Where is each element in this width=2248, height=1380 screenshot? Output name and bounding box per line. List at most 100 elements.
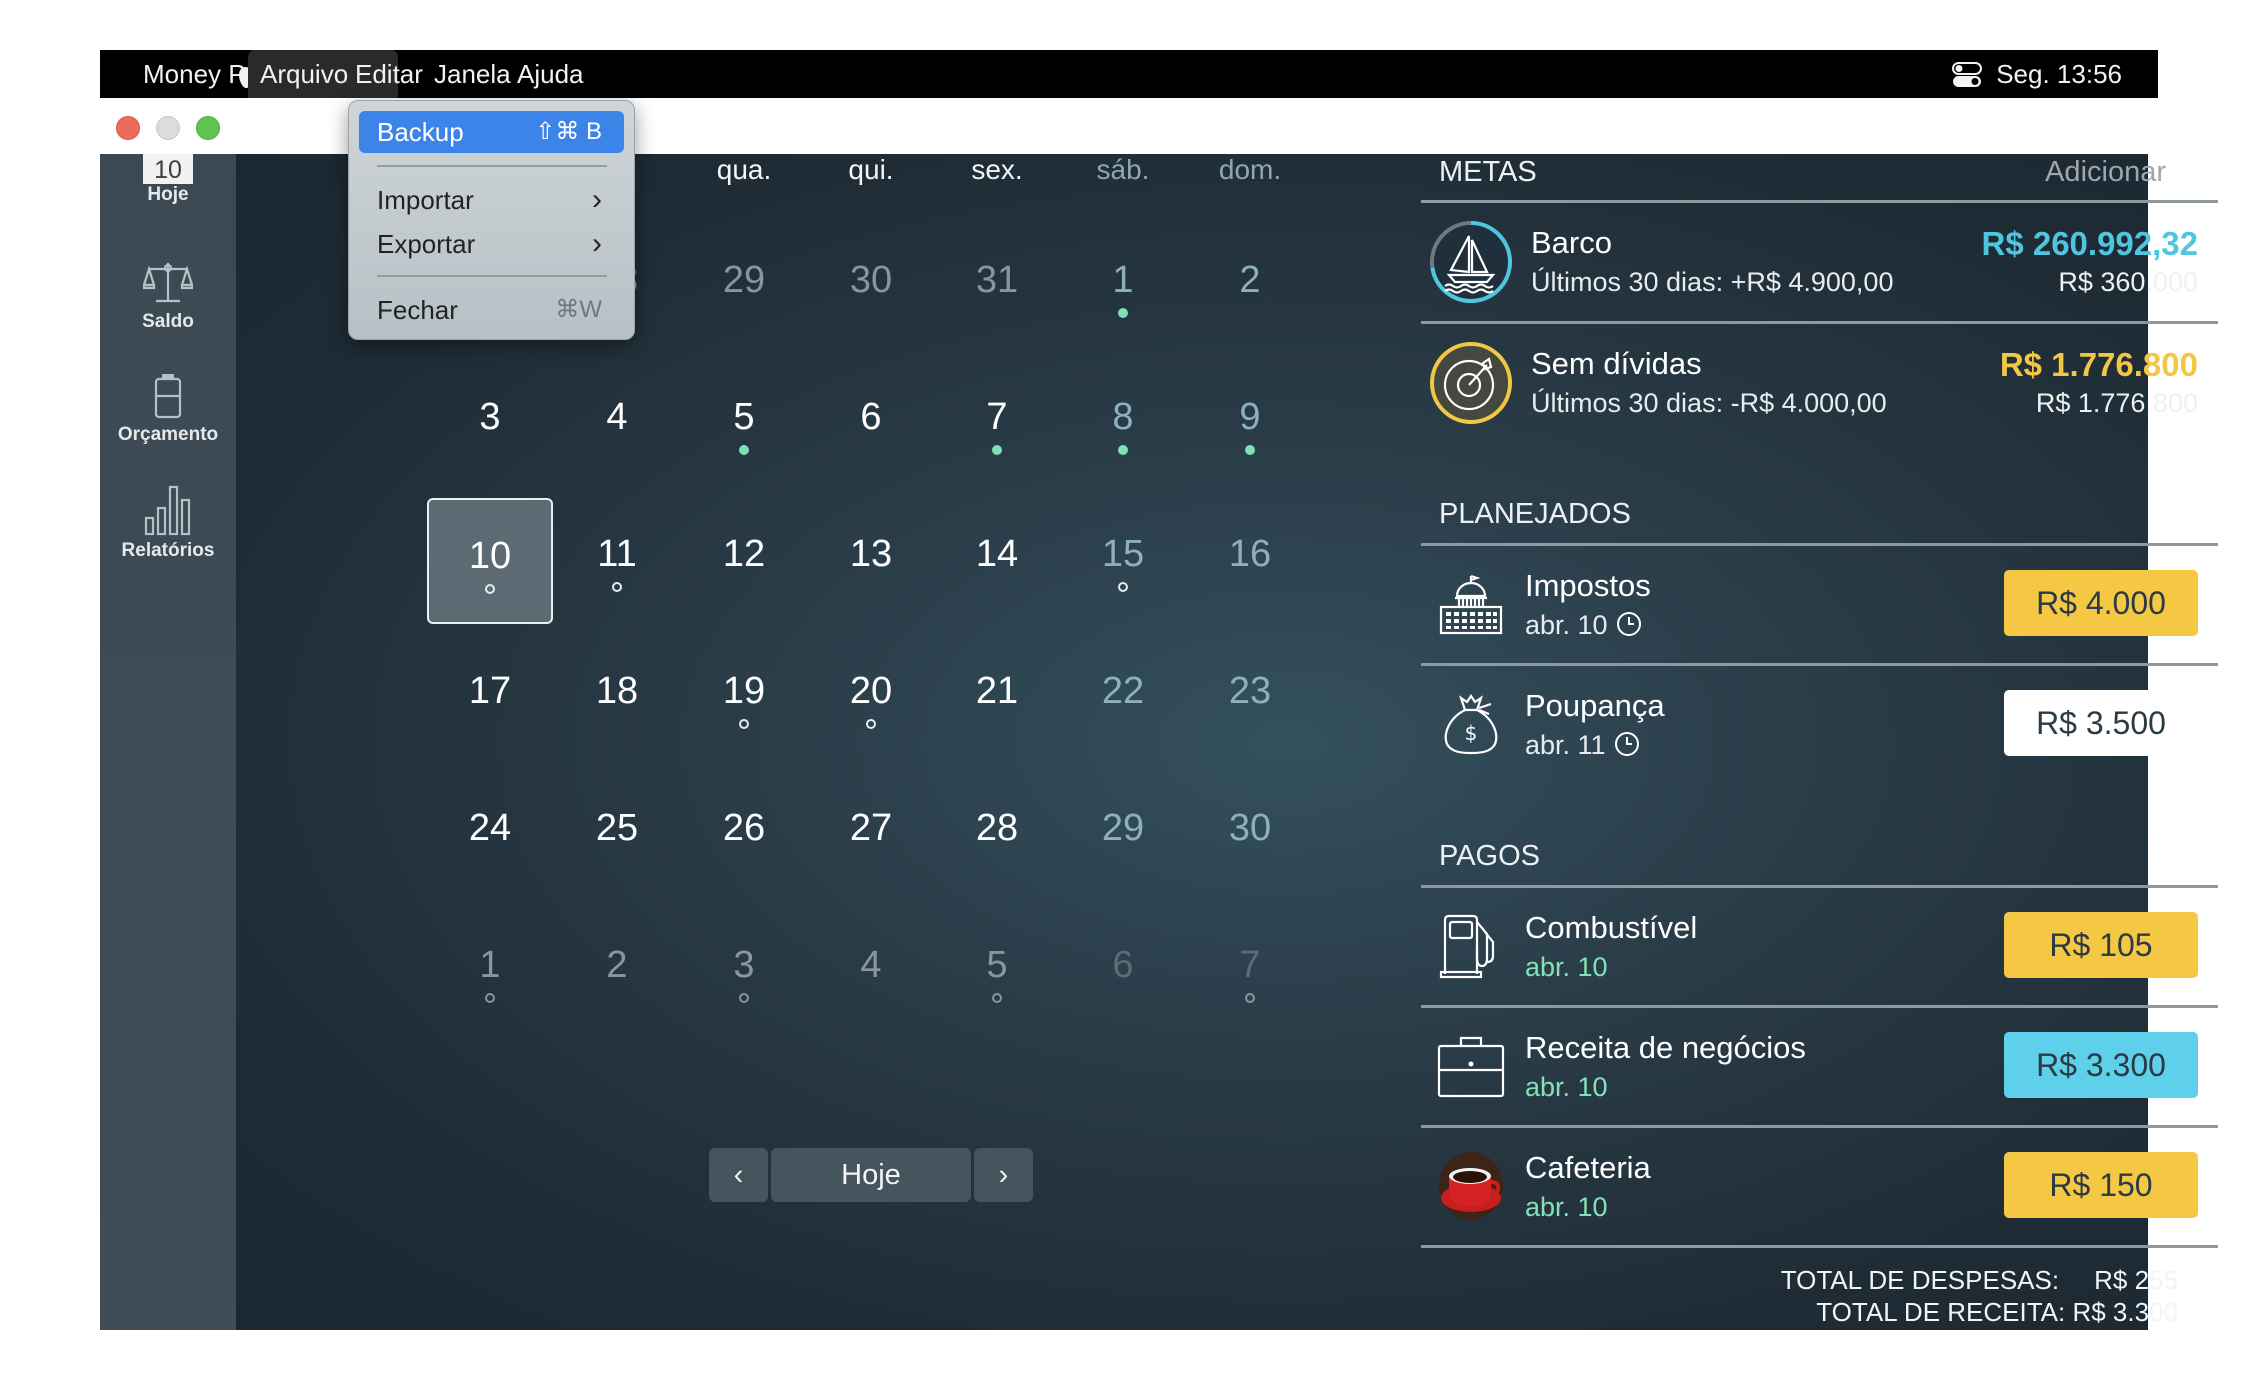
goal-amount: R$ 1.776.800	[1999, 346, 2198, 383]
transaction-date: abr. 10	[1525, 952, 1608, 982]
add-goal-link[interactable]: Adicionar	[2045, 156, 2166, 189]
day-number: 18	[595, 670, 639, 712]
transaction-name: Poupança	[1525, 688, 1665, 723]
file-menu-dropdown: Backup ⇧⌘ B Importar › Exportar › Fechar…	[348, 100, 635, 340]
menu-item-fechar[interactable]: Fechar ⌘W	[359, 289, 624, 331]
menu-item-backup[interactable]: Backup ⇧⌘ B	[359, 111, 624, 153]
calendar-day[interactable]: 8	[1060, 361, 1186, 487]
paid-transaction-dot-icon	[739, 445, 749, 455]
calendar-day[interactable]: 6	[808, 361, 934, 487]
planned-transaction-dot-icon	[739, 719, 749, 729]
day-number: 29	[1101, 807, 1145, 849]
calendar-day[interactable]: 6	[1060, 909, 1186, 1035]
calendar-day[interactable]: 1	[1060, 224, 1186, 350]
sidebar-item-label: Saldo	[142, 311, 194, 332]
calendar-day[interactable]: 3	[427, 361, 553, 487]
planned-transaction[interactable]: $ Poupança abr. 11 R$ 3.500	[1421, 666, 2218, 783]
menu-item-exportar[interactable]: Exportar ›	[359, 223, 624, 265]
sidebar-item-relatorios[interactable]: Relatórios	[100, 484, 236, 562]
planned-transaction-dot-icon	[485, 993, 495, 1003]
goal-item[interactable]: Sem dívidas Últimos 30 dias: -R$ 4.000,0…	[1421, 324, 2218, 441]
day-number: 23	[1228, 670, 1272, 712]
coffee-cup-icon	[1439, 1152, 1503, 1220]
clock-icon	[1616, 612, 1641, 636]
sidebar-item-hoje[interactable]: 10 Hoje	[100, 154, 236, 206]
calendar-day[interactable]: 5	[934, 909, 1060, 1035]
calendar-day[interactable]: 14	[934, 498, 1060, 624]
calendar-day[interactable]: 30	[808, 224, 934, 350]
calendar-day[interactable]: 27	[808, 772, 934, 898]
menu-ajuda[interactable]: Ajuda	[505, 50, 596, 98]
weekday-header: qua.	[716, 154, 772, 185]
calendar-day[interactable]: 17	[427, 635, 553, 761]
calendar-day[interactable]: 7	[1187, 909, 1313, 1035]
calendar-day[interactable]: 16	[1187, 498, 1313, 624]
day-number: 30	[849, 259, 893, 301]
previous-month-button[interactable]: ‹	[709, 1148, 768, 1202]
calendar-day[interactable]: 26	[681, 772, 807, 898]
transaction-name: Combustível	[1525, 910, 1698, 945]
target-icon	[1430, 342, 1512, 424]
calendar-day[interactable]: 9	[1187, 361, 1313, 487]
calendar-day[interactable]: 19	[681, 635, 807, 761]
menu-separator	[377, 165, 607, 167]
calendar-day[interactable]: 29	[1060, 772, 1186, 898]
sidebar-item-orcamento[interactable]: Orçamento	[100, 372, 236, 446]
day-number: 24	[468, 807, 512, 849]
briefcase-icon	[1437, 1036, 1505, 1098]
paid-transaction[interactable]: Cafeteria abr. 10 R$ 150	[1421, 1128, 2218, 1245]
calendar-day[interactable]: 12	[681, 498, 807, 624]
calendar-day[interactable]: 4	[554, 361, 680, 487]
calendar-day[interactable]: 22	[1060, 635, 1186, 761]
menu-item-importar[interactable]: Importar ›	[359, 179, 624, 221]
day-number: 3	[733, 944, 755, 986]
calendar-day[interactable]: 7	[934, 361, 1060, 487]
calendar-day[interactable]: 31	[934, 224, 1060, 350]
next-month-button[interactable]: ›	[974, 1148, 1033, 1202]
calendar-day[interactable]: 20	[808, 635, 934, 761]
calendar-day[interactable]: 29	[681, 224, 807, 350]
paid-transaction[interactable]: Receita de negócios abr. 10 R$ 3.300	[1421, 1008, 2218, 1125]
sidebar-item-saldo[interactable]: Saldo	[100, 257, 236, 333]
calendar-day[interactable]: 5	[681, 361, 807, 487]
calendar-day[interactable]: 24	[427, 772, 553, 898]
sidebar: 10 Hoje Saldo Orçamento Relatórios	[100, 154, 236, 1330]
calendar-day[interactable]: 3	[681, 909, 807, 1035]
calendar-day[interactable]: 2	[1187, 224, 1313, 350]
transaction-amount-button[interactable]: R$ 4.000	[2004, 570, 2198, 636]
calendar-day[interactable]: 30	[1187, 772, 1313, 898]
calendar-day[interactable]: 21	[934, 635, 1060, 761]
minimize-window-button[interactable]	[156, 116, 180, 140]
day-number: 20	[849, 670, 893, 712]
day-number: 3	[479, 396, 501, 438]
day-number: 30	[1228, 807, 1272, 849]
zoom-window-button[interactable]	[196, 116, 220, 140]
day-number: 7	[986, 396, 1008, 438]
paid-title: PAGOS	[1439, 840, 1540, 872]
planned-transaction[interactable]: Impostos abr. 10 R$ 4.000	[1421, 546, 2218, 663]
calendar-day[interactable]: 4	[808, 909, 934, 1035]
day-number: 13	[849, 533, 893, 575]
transaction-amount-button[interactable]: R$ 105	[2004, 912, 2198, 978]
calendar-day[interactable]: 28	[934, 772, 1060, 898]
clock-icon	[1614, 732, 1639, 756]
calendar-day[interactable]: 11	[554, 498, 680, 624]
calendar-day[interactable]: 15	[1060, 498, 1186, 624]
transaction-amount-button[interactable]: R$ 3.300	[2004, 1032, 2198, 1098]
transaction-amount-button[interactable]: R$ 150	[2004, 1152, 2198, 1218]
menu-item-label: Exportar	[377, 229, 476, 259]
calendar-day[interactable]: 13	[808, 498, 934, 624]
calendar-day[interactable]: 18	[554, 635, 680, 761]
today-button[interactable]: Hoje	[771, 1148, 971, 1202]
paid-transaction[interactable]: Combustível abr. 10 R$ 105	[1421, 888, 2218, 1005]
transaction-amount-button[interactable]: R$ 3.500	[2004, 690, 2198, 756]
calendar-day[interactable]: 2	[554, 909, 680, 1035]
calendar-day[interactable]: 25	[554, 772, 680, 898]
calendar-day[interactable]: 23	[1187, 635, 1313, 761]
control-center-icon[interactable]	[1952, 62, 1982, 88]
goal-item[interactable]: Barco Últimos 30 dias: +R$ 4.900,00 R$ 2…	[1421, 203, 2218, 320]
calendar-day[interactable]: 1	[427, 909, 553, 1035]
calendar-day-selected[interactable]: 10	[427, 498, 553, 624]
close-window-button[interactable]	[116, 116, 140, 140]
calendar-today-icon: 10	[143, 154, 193, 184]
